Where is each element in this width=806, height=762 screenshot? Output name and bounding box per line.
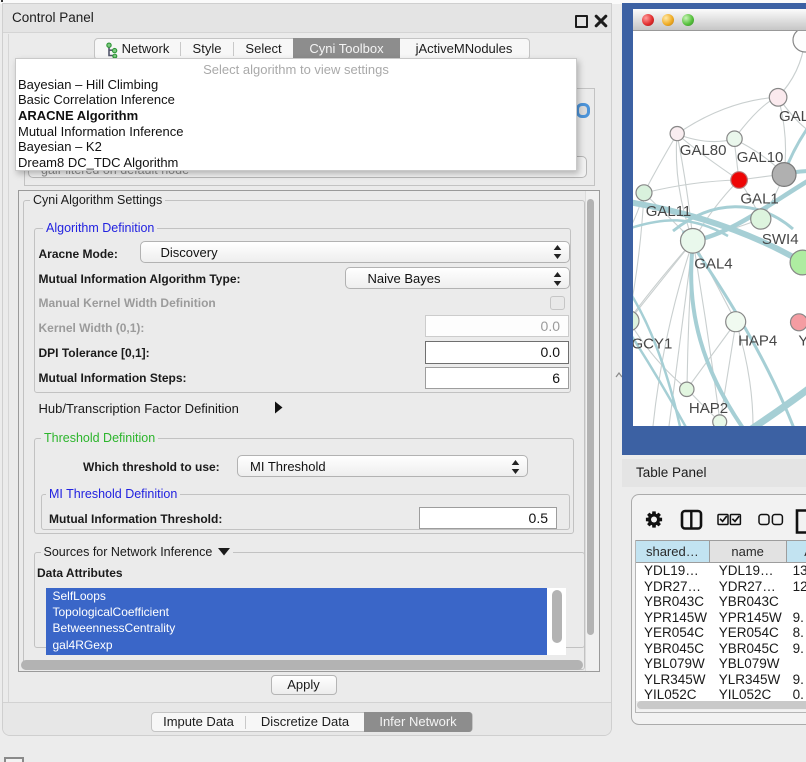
svg-text:HAP2: HAP2 xyxy=(689,400,728,417)
svg-text:SWI4: SWI4 xyxy=(762,231,799,248)
svg-text:GAL4: GAL4 xyxy=(694,256,732,273)
svg-text:GAL80: GAL80 xyxy=(680,142,727,159)
svg-text:GAL10: GAL10 xyxy=(737,149,784,166)
svg-text:GAL11: GAL11 xyxy=(646,203,692,220)
svg-text:HAP4: HAP4 xyxy=(738,333,777,350)
svg-text:GCY1: GCY1 xyxy=(633,336,672,353)
svg-text:Y: Y xyxy=(798,333,806,350)
svg-text:GAL: GAL xyxy=(779,108,806,125)
svg-text:GAL1: GAL1 xyxy=(740,191,778,208)
